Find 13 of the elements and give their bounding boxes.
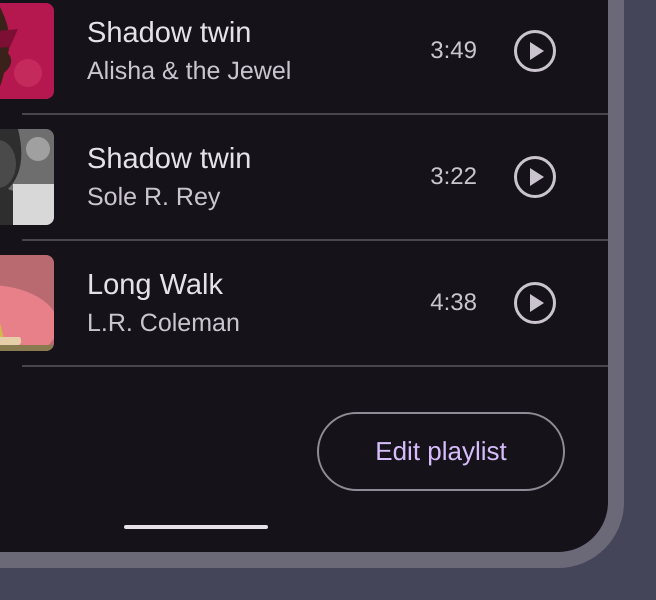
play-icon[interactable] [513, 29, 557, 73]
track-title: Shadow twin [87, 142, 252, 176]
track-title: Long Walk [87, 268, 224, 302]
track-artist: Alisha & the Jewel [87, 56, 292, 86]
track-duration: 4:38 [430, 288, 477, 318]
edit-playlist-button[interactable]: Edit playlist [317, 412, 565, 491]
track-duration: 3:49 [430, 36, 477, 66]
track-artist: Sole R. Rey [87, 182, 222, 212]
track-artist: L.R. Coleman [87, 308, 241, 338]
track-duration: 3:22 [430, 162, 477, 192]
play-icon[interactable] [513, 281, 557, 325]
track-title: Shadow twin [87, 16, 252, 50]
play-icon[interactable] [513, 155, 557, 199]
